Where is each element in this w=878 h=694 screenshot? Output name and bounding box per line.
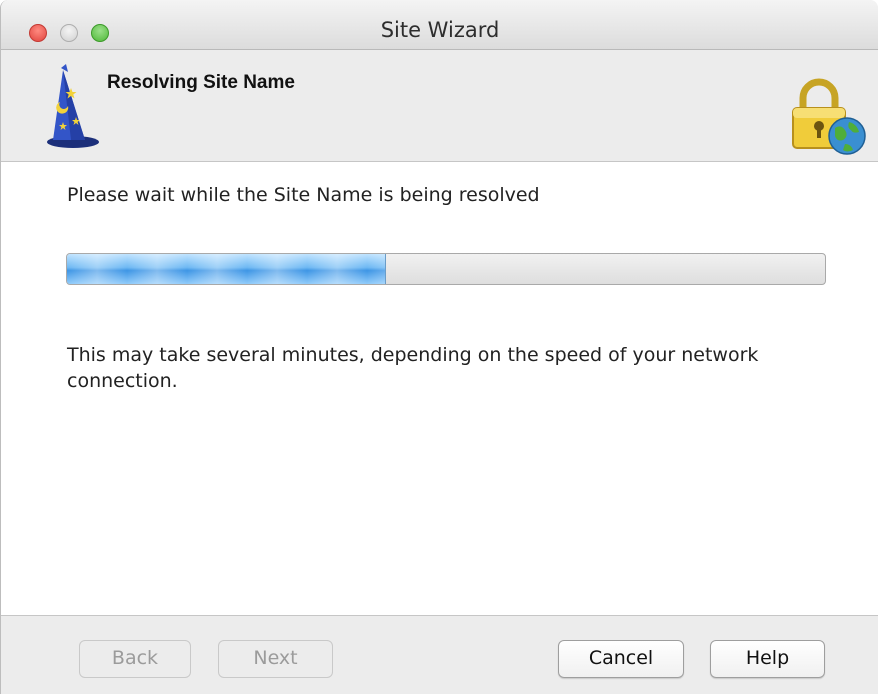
next-button[interactable]: Next <box>218 640 333 678</box>
resolve-progress-bar <box>66 253 826 285</box>
network-note: This may take several minutes, depending… <box>67 344 759 392</box>
lock-globe-icon <box>792 78 866 155</box>
site-wizard-window: Site Wizard Resolving Site Name Please w… <box>0 0 878 694</box>
status-message: Please wait while the Site Name is being… <box>67 184 540 206</box>
wizard-hat-icon <box>47 64 99 148</box>
help-button[interactable]: Help <box>710 640 825 678</box>
title-bar[interactable]: Site Wizard <box>1 0 878 50</box>
wizard-footer: Back Next Cancel Help <box>1 616 878 694</box>
back-button[interactable]: Back <box>79 640 191 678</box>
wizard-header: Resolving Site Name <box>1 50 878 162</box>
cancel-button[interactable]: Cancel <box>558 640 684 678</box>
wizard-content: Please wait while the Site Name is being… <box>1 162 878 616</box>
progress-fill <box>67 254 387 284</box>
header-title: Resolving Site Name <box>107 72 295 93</box>
window-title: Site Wizard <box>380 18 500 42</box>
